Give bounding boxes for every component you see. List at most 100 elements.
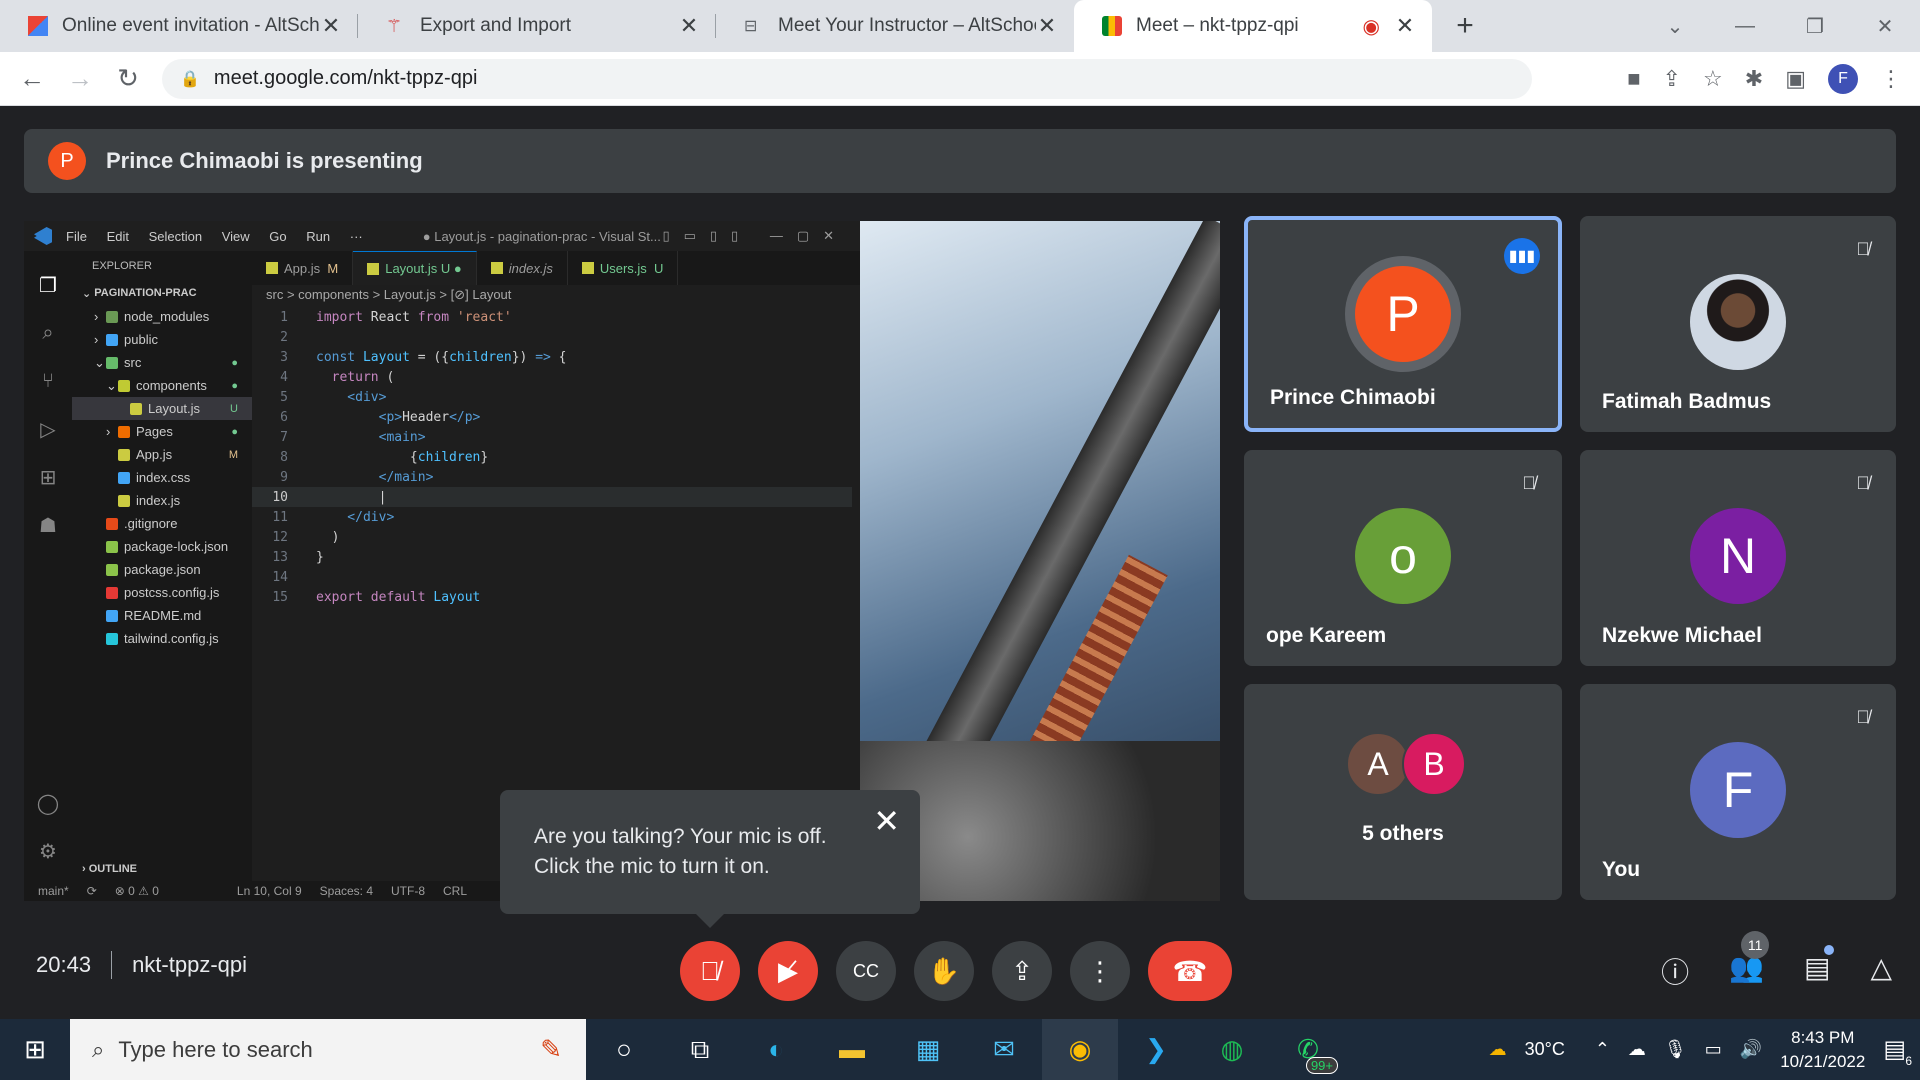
tray-chevron-icon[interactable]: ⌃: [1595, 1039, 1610, 1060]
code-line: 5 <div>: [280, 389, 387, 405]
store-icon[interactable]: ▦: [890, 1019, 966, 1080]
file-name: node_modules: [124, 309, 210, 324]
close-icon[interactable]: ✕: [678, 13, 700, 39]
participant-tile-fatimah[interactable]: 🎙̸ Fatimah Badmus: [1580, 216, 1896, 432]
close-window-icon[interactable]: ✕: [1850, 14, 1920, 39]
tab-gmail[interactable]: Online event invitation - AltScho ✕: [0, 0, 358, 52]
tab-export-import[interactable]: ⚚ Export and Import ✕: [358, 0, 716, 52]
recording-icon: ◉: [1362, 15, 1380, 38]
participant-tile-prince[interactable]: P ▮▮▮ Prince Chimaobi: [1244, 216, 1562, 432]
close-icon[interactable]: ✕: [873, 805, 900, 837]
meet-main: P Prince Chimaobi is presenting File Edi…: [0, 107, 1920, 1019]
whatsapp-icon[interactable]: ✆ 99+: [1270, 1019, 1346, 1080]
side-controls: ⓘ 👥 11 ▤ △: [1661, 931, 1892, 991]
code-line: 11 </div>: [272, 509, 395, 525]
activities-icon[interactable]: △: [1870, 951, 1892, 991]
meeting-details-icon[interactable]: ⓘ: [1661, 951, 1689, 991]
account-icon: ◯: [36, 792, 60, 815]
people-count-badge: 11: [1741, 931, 1770, 959]
menu-edit: Edit: [106, 228, 129, 244]
mic-toggle-button[interactable]: 🎙̸: [680, 941, 740, 1001]
close-icon[interactable]: ✕: [1036, 13, 1058, 39]
vscode-icon[interactable]: ❯: [1118, 1019, 1194, 1080]
microphone-icon[interactable]: 🎙: [1664, 1039, 1687, 1060]
volume-icon[interactable]: 🔊: [1740, 1039, 1762, 1060]
outline-label: OUTLINE: [88, 863, 138, 875]
camera-toggle-button[interactable]: ▶̸: [758, 941, 818, 1001]
people-icon[interactable]: 👥 11: [1729, 931, 1770, 991]
captions-button[interactable]: CC: [836, 941, 896, 1001]
vscode-explorer: EXPLORER ⌄ PAGINATION-PRAC › node_modules…: [72, 251, 252, 881]
chat-icon[interactable]: ▤: [1804, 945, 1835, 991]
file-tree-item: postcss.config.js: [72, 581, 252, 604]
menu-file: File: [66, 228, 87, 244]
end-call-button[interactable]: ☎: [1148, 941, 1232, 1001]
taskbar-search-input[interactable]: ⌕ Type here to search ✎: [70, 1019, 586, 1080]
mic-muted-icon: 🎙̸: [1856, 472, 1870, 493]
forward-icon[interactable]: →: [56, 63, 104, 94]
profile-avatar[interactable]: F: [1828, 63, 1858, 94]
chrome-icon[interactable]: ◉: [1042, 1019, 1118, 1080]
search-placeholder: Type here to search: [118, 1036, 313, 1062]
temperature[interactable]: 30°C: [1525, 1039, 1565, 1060]
file-name: README.md: [124, 608, 202, 623]
file-type-icon: [106, 609, 118, 622]
mail-icon[interactable]: ✉: [966, 1019, 1042, 1080]
back-icon[interactable]: ←: [8, 63, 56, 94]
windows-start-icon[interactable]: ⊞: [0, 1019, 70, 1080]
share-icon[interactable]: ⇪: [1663, 66, 1681, 92]
more-options-button[interactable]: ⋮: [1070, 941, 1130, 1001]
reload-icon[interactable]: ↻: [104, 63, 152, 94]
code-line: 14: [272, 569, 288, 585]
menu-more: ···: [349, 228, 363, 244]
minimize-icon[interactable]: —: [1710, 15, 1780, 38]
notifications-icon[interactable]: ▤ 6: [1883, 1035, 1912, 1068]
extensions-icon[interactable]: ✱: [1745, 66, 1763, 92]
participant-tile-you[interactable]: F 🎙̸ You: [1580, 684, 1896, 900]
avatar: A: [1346, 732, 1410, 796]
tooltip-line-2: Click the mic to turn it on.: [534, 855, 770, 878]
code-line: 15 export default Layout: [272, 589, 481, 605]
new-tab-button[interactable]: +: [1440, 0, 1490, 52]
clock[interactable]: 8:43 PM 10/21/2022: [1780, 1026, 1865, 1074]
url-input[interactable]: 🔒 meet.google.com/nkt-tppz-qpi: [162, 58, 1532, 99]
participant-tile-others[interactable]: A B 5 others: [1244, 684, 1562, 900]
bookmark-star-icon[interactable]: ☆: [1703, 66, 1723, 92]
tab-meet-instructor[interactable]: ⊟ Meet Your Instructor – AltSchool ✕: [716, 0, 1074, 52]
mic-muted-icon: 🎙̸: [1856, 238, 1870, 259]
lock-icon[interactable]: 🔒: [180, 69, 200, 89]
js-file-icon: [490, 262, 503, 274]
notification-count: 6: [1905, 1054, 1912, 1068]
participant-tile-nzekwe[interactable]: N 🎙̸ Nzekwe Michael: [1580, 450, 1896, 666]
present-button[interactable]: ⇪: [992, 941, 1052, 1001]
edge-icon[interactable]: ◐: [738, 1019, 814, 1080]
restore-icon[interactable]: ❐: [1780, 14, 1850, 39]
avatar: F: [1690, 742, 1786, 838]
onedrive-icon[interactable]: ☁: [1628, 1039, 1646, 1060]
file-name: Layout.js: [148, 401, 201, 416]
participant-tile-ope[interactable]: o 🎙̸ ope Kareem: [1244, 450, 1562, 666]
spotify-icon[interactable]: ◍: [1194, 1019, 1270, 1080]
side-panel-icon[interactable]: ▣: [1785, 66, 1806, 92]
meeting-code: nkt-tppz-qpi: [132, 952, 248, 977]
url-text: meet.google.com/nkt-tppz-qpi: [213, 67, 478, 89]
raise-hand-button[interactable]: ✋: [914, 941, 974, 1001]
battery-icon[interactable]: ▭: [1705, 1039, 1722, 1060]
tree-chevron-icon: ⌄: [94, 354, 105, 370]
browser-tab-bar: Online event invitation - AltScho ✕ ⚚ Ex…: [0, 0, 1920, 52]
vscode-logo-icon: [34, 227, 52, 245]
file-explorer-icon[interactable]: ▬: [814, 1019, 890, 1080]
menu-icon[interactable]: ⋮: [1880, 66, 1902, 92]
tab-meet[interactable]: Meet – nkt-tppz-qpi ◉ ✕: [1074, 0, 1432, 52]
task-view-icon[interactable]: ⧉: [662, 1019, 738, 1080]
tab-search-icon[interactable]: ⌄: [1640, 14, 1710, 39]
tooltip-line-1: Are you talking? Your mic is off.: [534, 825, 827, 848]
close-icon[interactable]: ✕: [320, 13, 342, 39]
close-icon[interactable]: ✕: [1394, 13, 1416, 39]
gmail-icon: [28, 16, 48, 36]
file-type-icon: [106, 563, 118, 576]
tree-chevron-icon: ›: [94, 309, 99, 324]
weather-icon[interactable]: ☁: [1489, 1039, 1507, 1060]
cortana-icon[interactable]: ○: [586, 1019, 662, 1080]
camera-icon[interactable]: ■: [1627, 66, 1640, 92]
